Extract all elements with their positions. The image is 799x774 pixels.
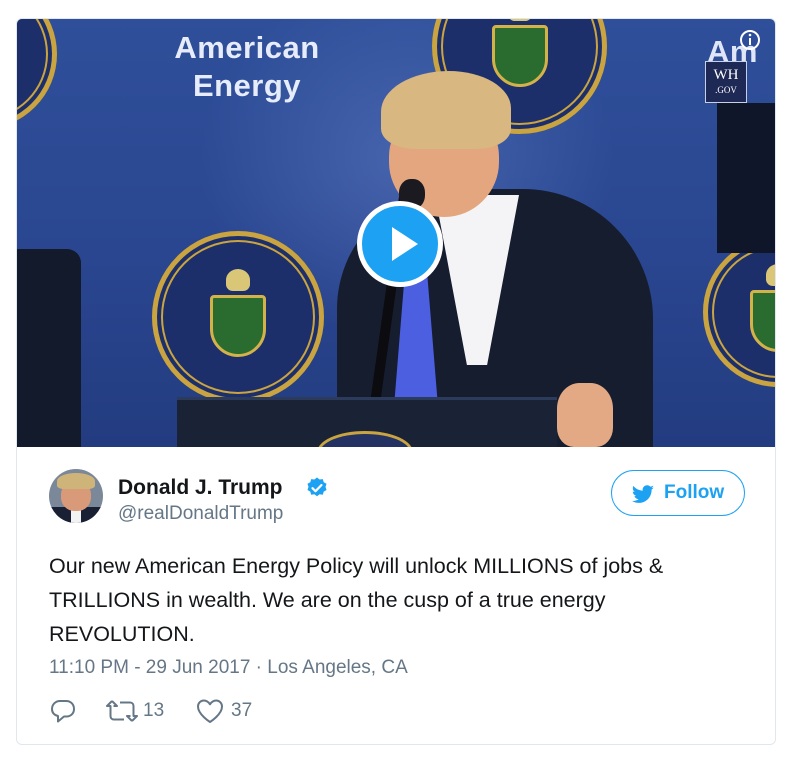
wh-logo-line1: WH [713, 67, 739, 83]
tweet-text: Our new American Energy Policy will unlo… [49, 554, 664, 646]
background-person-right [717, 103, 775, 253]
tweet-timestamp[interactable]: 11:10 PM - 29 Jun 2017 · Los Angeles, CA [49, 657, 408, 679]
tweet-card: American Energy Am En WH .GOV [16, 18, 776, 745]
reply-action[interactable] [49, 697, 89, 727]
follow-label: Follow [664, 482, 725, 503]
retweet-action[interactable]: 13 [105, 697, 185, 727]
info-icon[interactable] [739, 29, 761, 51]
retweet-icon [106, 700, 138, 722]
twitter-bird-icon [631, 485, 654, 503]
wh-gov-logo: WH .GOV [705, 61, 747, 103]
avatar[interactable] [49, 469, 103, 523]
doe-seal-right [703, 237, 775, 387]
speaker-hand [557, 383, 613, 447]
author-name[interactable]: Donald J. Trump [118, 476, 283, 500]
author-handle[interactable]: @realDonaldTrump [118, 503, 283, 525]
retweet-count: 13 [143, 700, 165, 721]
verified-badge-icon [307, 477, 327, 497]
doe-seal-left [152, 231, 324, 403]
play-icon [392, 227, 418, 261]
like-count: 37 [231, 700, 253, 721]
like-action[interactable]: 37 [195, 697, 275, 727]
play-button[interactable] [357, 201, 443, 287]
backdrop-text: American Energy [174, 30, 320, 103]
reply-icon [51, 700, 75, 723]
video-player[interactable]: American Energy Am En WH .GOV [17, 19, 775, 447]
background-person-left [17, 249, 81, 447]
heart-icon [197, 699, 223, 723]
wh-logo-line2: .GOV [715, 85, 737, 95]
doe-seal-far-left [17, 19, 57, 129]
speaker-hair [381, 71, 511, 149]
follow-button[interactable]: Follow [611, 470, 745, 516]
